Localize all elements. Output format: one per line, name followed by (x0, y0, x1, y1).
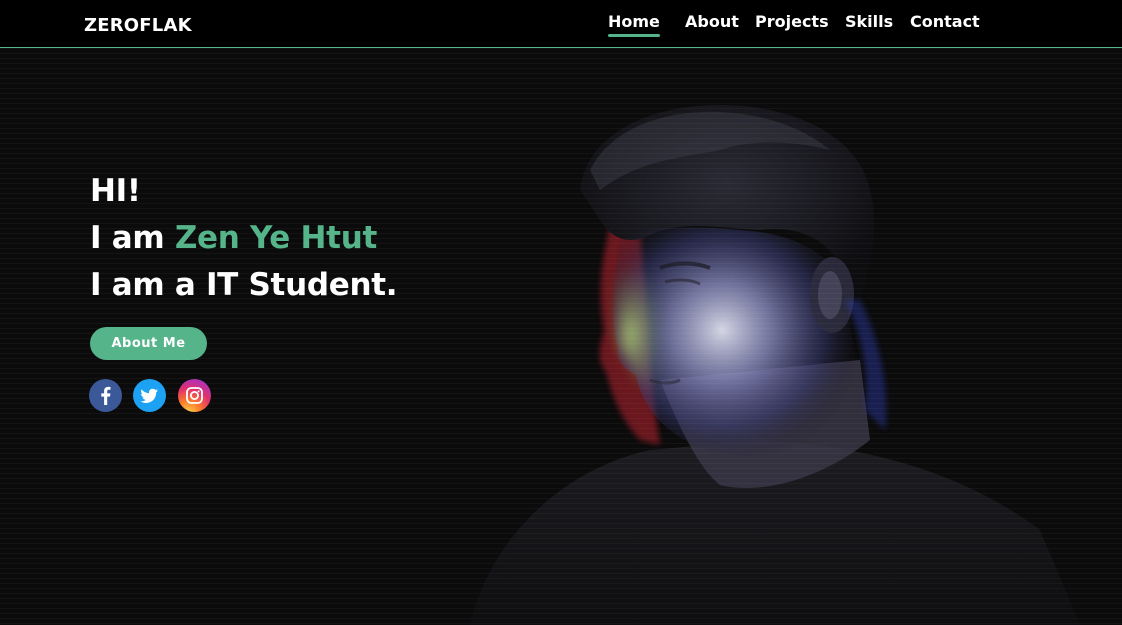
active-nav-indicator (608, 34, 660, 37)
nav-link-skills[interactable]: Skills (845, 12, 893, 32)
hero-intro-prefix: I am (90, 220, 175, 256)
navbar: ZEROFLAK Home About Projects Skills Cont… (0, 0, 1122, 48)
nav-link-about[interactable]: About (685, 12, 739, 32)
nav-link-contact[interactable]: Contact (910, 12, 980, 32)
hero-role: I am a IT Student. (90, 267, 398, 303)
hero-intro: I am Zen Ye Htut (90, 215, 397, 262)
nav-link-projects[interactable]: Projects (755, 12, 829, 32)
nav-link-home[interactable]: Home (608, 12, 660, 37)
nav-links: Home About Projects Skills Contact (0, 0, 1122, 47)
twitter-icon[interactable] (133, 379, 166, 412)
hero-heading: HI! I am Zen Ye Htut I am a IT Student. (90, 168, 398, 309)
nav-link-home-label: Home (608, 12, 660, 31)
instagram-icon[interactable] (178, 379, 211, 412)
facebook-icon[interactable] (89, 379, 122, 412)
hero-greeting: HI! (90, 173, 141, 209)
hero-name: Zen Ye Htut (174, 220, 377, 256)
about-me-button[interactable]: About Me (90, 327, 207, 360)
portfolio-page: ZEROFLAK Home About Projects Skills Cont… (0, 0, 1122, 625)
